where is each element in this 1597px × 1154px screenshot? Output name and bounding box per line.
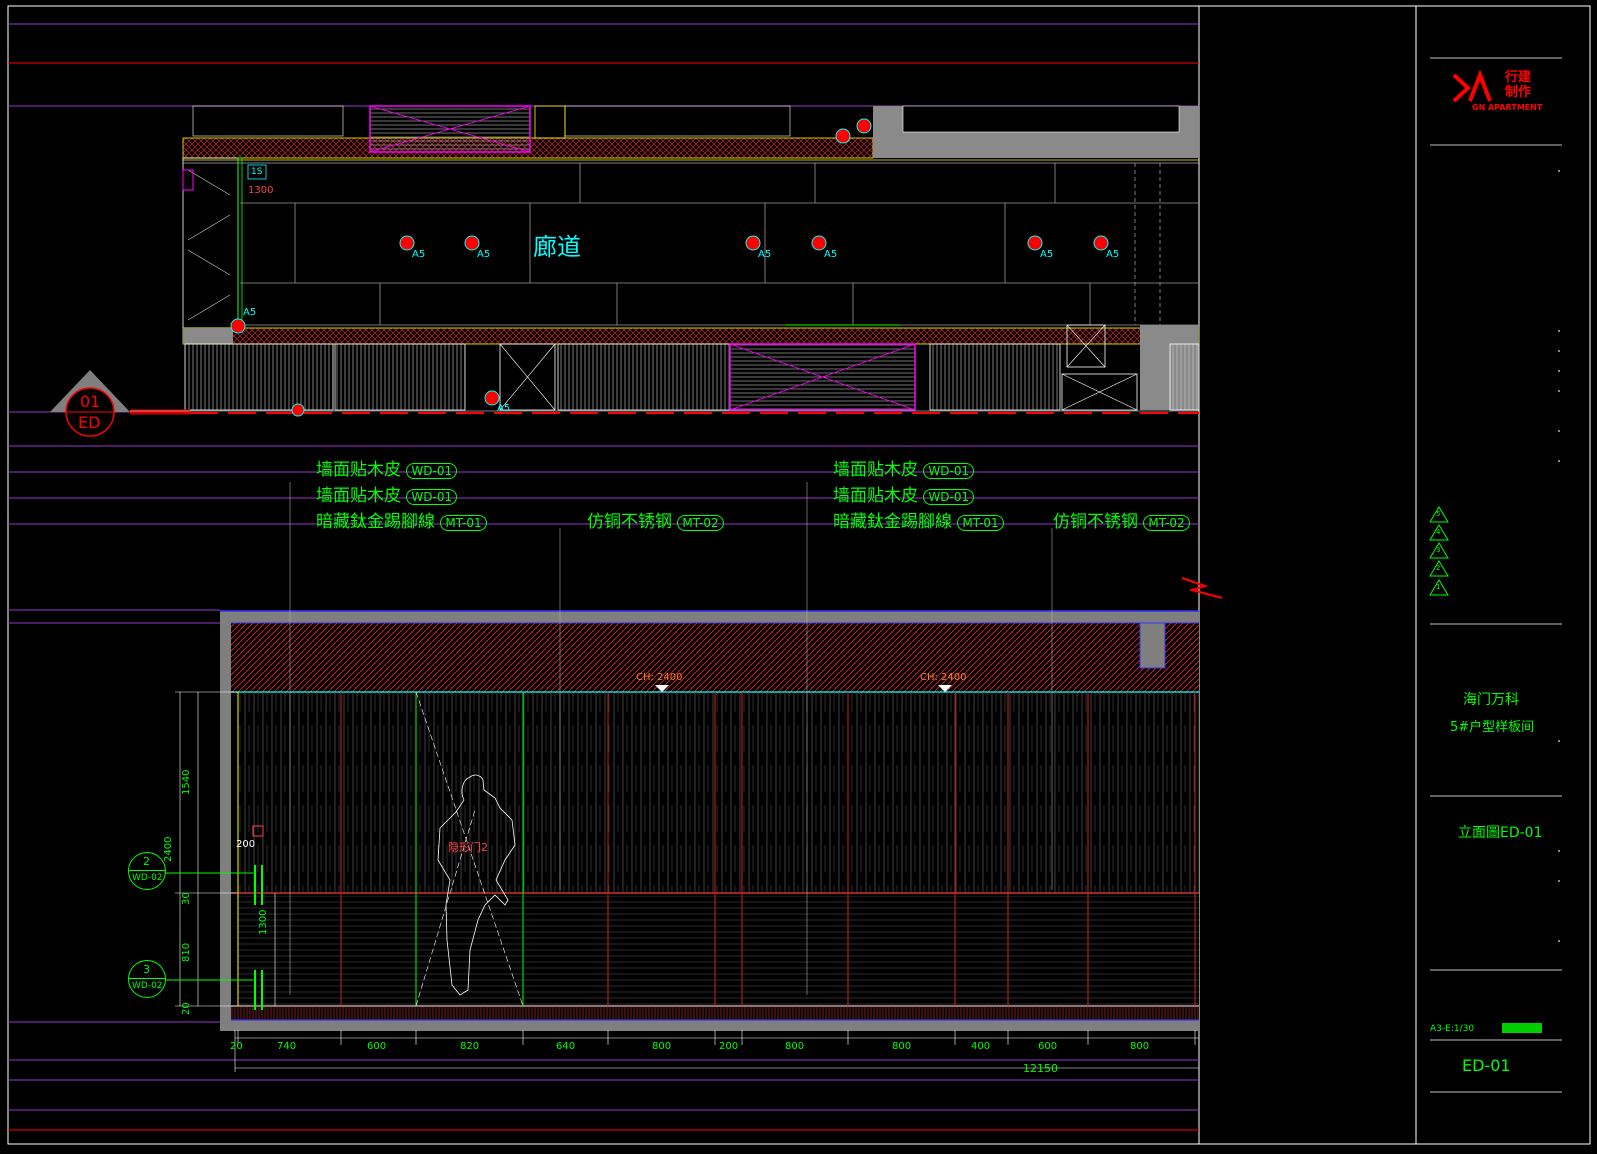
title-block-ticks xyxy=(1558,170,1560,942)
hdim-6: 800 xyxy=(652,1041,672,1052)
vdim-1300: 1300 xyxy=(258,909,269,935)
section-marker-sheet: ED xyxy=(78,413,101,432)
section-tag-3-number: 3 xyxy=(143,963,150,976)
hdim-8: 800 xyxy=(785,1041,805,1052)
callout-mid-right: 仿铜不锈钢 MT-02 xyxy=(1053,514,1190,531)
vdim-810: 810 xyxy=(181,942,192,962)
callout-right-1: 墙面贴木皮 WD-01 xyxy=(833,462,975,479)
vdim-2400: 2400 xyxy=(163,836,174,862)
callout-code: WD-01 xyxy=(923,463,975,479)
tag-a5-8: A5 xyxy=(497,403,511,414)
scale-text: A3-E:1/30 xyxy=(1430,1024,1475,1034)
callout-code: MT-02 xyxy=(1143,515,1190,531)
section-tag-2-code: WD-02 xyxy=(132,873,163,883)
section-tag-2-number: 2 xyxy=(143,855,150,868)
logo-mark xyxy=(1452,69,1492,103)
callout-code: WD-01 xyxy=(406,463,458,479)
callout-code: MT-01 xyxy=(440,515,487,531)
callout-code: MT-01 xyxy=(957,515,1004,531)
hdim-2: 740 xyxy=(277,1041,297,1052)
callout-right-2: 墙面贴木皮 WD-01 xyxy=(833,488,975,505)
dim-1300-plan: 1300 xyxy=(248,185,274,196)
section-tag-3-code: WD-02 xyxy=(132,981,163,991)
elevation-view xyxy=(165,482,1223,1072)
section-tag-3: 3 WD-02 xyxy=(128,960,166,998)
callout-code: MT-02 xyxy=(677,515,724,531)
hdim-1: 20 xyxy=(230,1041,243,1052)
hdim-7: 200 xyxy=(719,1041,739,1052)
rev-1: 1 xyxy=(1436,583,1441,591)
section-tag-2: 2 WD-02 xyxy=(128,852,166,890)
callout-mid-left: 仿铜不锈钢 MT-02 xyxy=(587,514,724,531)
section-marker-number: 01 xyxy=(80,392,101,411)
callout-code: WD-01 xyxy=(923,489,975,505)
title-block-frame xyxy=(1430,57,1562,1093)
tag-a5-7: A5 xyxy=(243,307,257,318)
rev-5: 5 xyxy=(1436,510,1441,518)
vdim-30: 30 xyxy=(181,892,192,905)
section-marker: 01 ED xyxy=(48,370,132,438)
logo-en: GN APARTMENT xyxy=(1472,103,1543,112)
sheet-number: ED-01 xyxy=(1462,1056,1511,1075)
dim-200-small: 200 xyxy=(236,839,256,850)
floor-plan xyxy=(130,105,1200,417)
project-sub: 5#户型样板间 xyxy=(1450,720,1535,735)
tag-a5-5: A5 xyxy=(1040,249,1054,260)
vdim-20: 20 xyxy=(181,1002,192,1015)
tag-1s: 1S xyxy=(251,167,263,177)
cabinet-row xyxy=(184,343,1200,411)
total-width-dim: 12150 xyxy=(1023,1062,1058,1075)
logo-cn-1: 行建 xyxy=(1505,70,1532,85)
callout-left-3: 暗藏鈦金踢腳線 MT-01 xyxy=(316,514,487,531)
cad-drawing-sheet: 廊道 1300 1S A5 A5 A5 A5 A5 A5 A5 A5 01 ED… xyxy=(0,0,1597,1150)
vdim-1540: 1540 xyxy=(181,769,192,795)
door-label: 隐形门2 xyxy=(448,841,488,854)
callout-code: WD-01 xyxy=(406,489,458,505)
hdim-9: 800 xyxy=(892,1041,912,1052)
tag-a5-2: A5 xyxy=(477,249,491,260)
tag-a5-4: A5 xyxy=(824,249,838,260)
hdim-3: 600 xyxy=(367,1041,387,1052)
hdim-11: 600 xyxy=(1038,1041,1058,1052)
rev-3: 3 xyxy=(1436,546,1441,554)
drawing-title: 立面圖ED-01 xyxy=(1458,825,1543,841)
callout-right-3: 暗藏鈦金踢腳線 MT-01 xyxy=(833,514,1004,531)
hdim-4: 820 xyxy=(460,1041,480,1052)
callout-left-2: 墙面贴木皮 WD-01 xyxy=(316,488,458,505)
hdim-5: 640 xyxy=(556,1041,576,1052)
rev-2: 2 xyxy=(1436,564,1441,572)
rev-4: 4 xyxy=(1436,528,1441,536)
project-name: 海门万科 xyxy=(1463,692,1519,708)
corridor-label: 廊道 xyxy=(533,233,581,261)
tag-a5-3: A5 xyxy=(758,249,772,260)
ceiling-height-2: CH: 2400 xyxy=(920,672,967,683)
logo-cn-2: 制作 xyxy=(1505,85,1532,100)
tag-a5-6: A5 xyxy=(1106,249,1120,260)
hdim-12: 800 xyxy=(1130,1041,1150,1052)
tag-a5-1: A5 xyxy=(412,249,426,260)
callout-left-1: 墙面贴木皮 WD-01 xyxy=(316,462,458,479)
corridor-floor-grid xyxy=(240,163,1199,326)
hdim-10: 400 xyxy=(971,1041,991,1052)
ceiling-height-1: CH: 2400 xyxy=(636,672,683,683)
cad-canvas xyxy=(7,5,1591,1145)
